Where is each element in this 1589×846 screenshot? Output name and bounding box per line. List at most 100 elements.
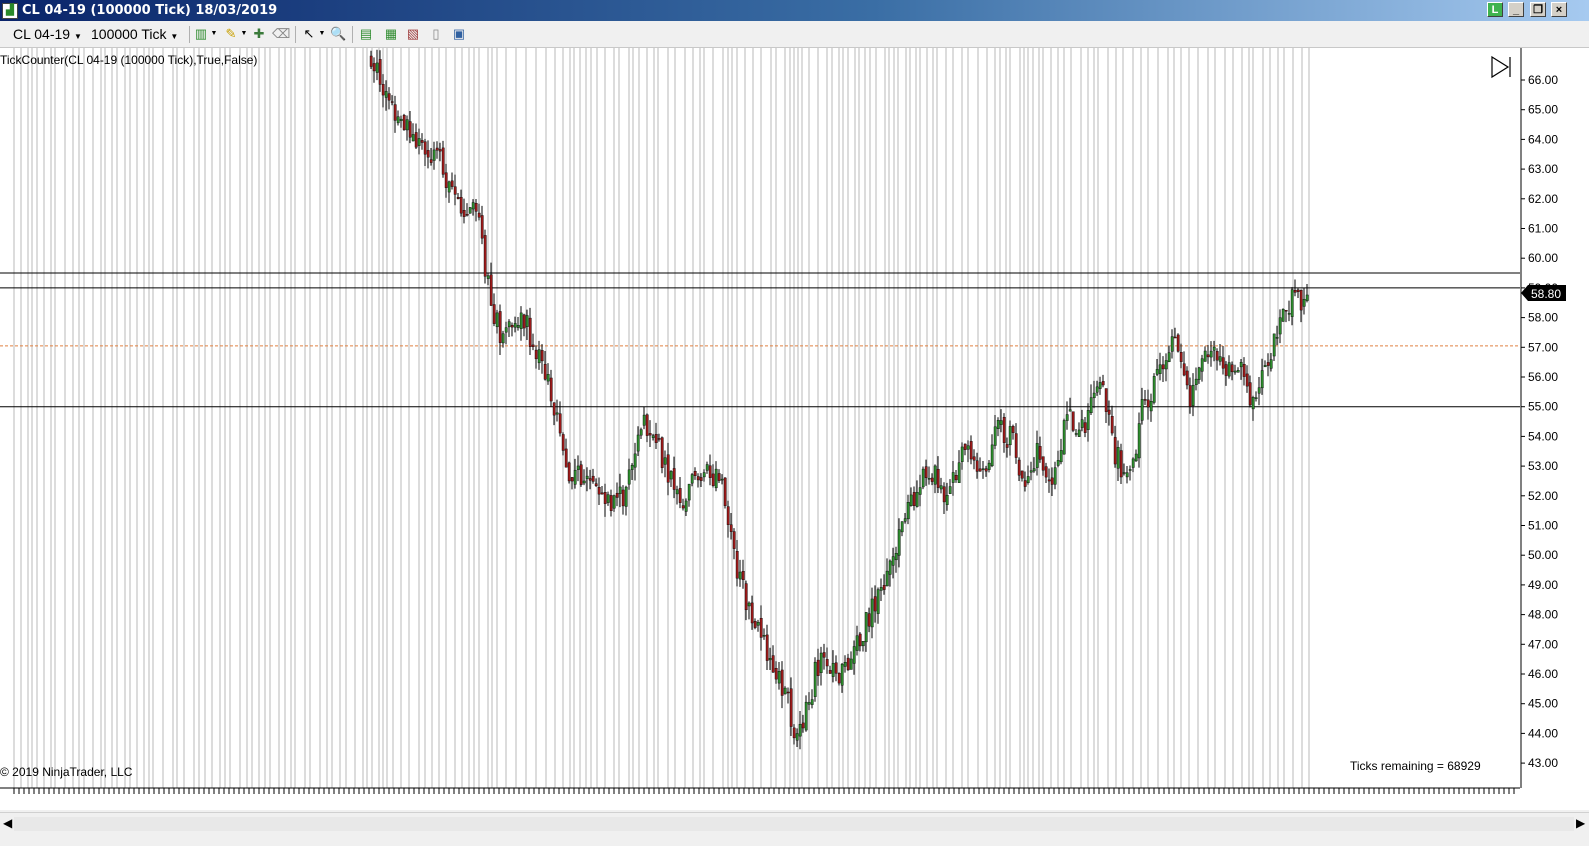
zoom-icon[interactable]: 🔍 bbox=[330, 26, 346, 42]
candle-body bbox=[1002, 416, 1006, 443]
candle bbox=[1089, 384, 1093, 416]
indicators-icon[interactable]: ▤ bbox=[358, 26, 374, 42]
chevron-down-icon[interactable]: ▼ bbox=[314, 26, 330, 42]
candle-body bbox=[537, 349, 541, 364]
candle-body bbox=[921, 468, 925, 488]
candle bbox=[1083, 417, 1087, 438]
candle-body bbox=[1233, 370, 1237, 373]
candle bbox=[1053, 461, 1057, 490]
link-button[interactable]: L bbox=[1487, 2, 1503, 17]
candle-body bbox=[738, 571, 742, 580]
candle bbox=[1233, 364, 1237, 375]
chart-style-icon[interactable]: ▧ bbox=[405, 26, 421, 42]
candle bbox=[393, 95, 397, 133]
candle-body bbox=[660, 437, 664, 468]
candle-body bbox=[1128, 469, 1132, 471]
candle-body bbox=[993, 426, 997, 446]
candle bbox=[927, 466, 931, 485]
candle bbox=[1221, 345, 1225, 375]
candle-body bbox=[513, 323, 517, 328]
candle-body bbox=[564, 448, 568, 468]
candle-body bbox=[546, 374, 550, 382]
candle-body bbox=[1278, 317, 1282, 335]
candle-body bbox=[414, 132, 418, 148]
scroll-left-icon[interactable]: ◀ bbox=[3, 816, 12, 830]
candle-body bbox=[1146, 399, 1150, 408]
candle bbox=[735, 539, 739, 587]
candle-body bbox=[1080, 419, 1084, 428]
candle-body bbox=[633, 453, 637, 468]
chart-toolbar: CL 04-19 ▼ 100000 Tick ▼ ▥ ▼ ✎ ▼ ✚ ⌫ ↖ ▼… bbox=[0, 22, 1589, 48]
chevron-down-icon[interactable]: ▼ bbox=[206, 26, 222, 42]
candle bbox=[747, 601, 751, 620]
chart-panel[interactable]: 66.0065.0064.0063.0062.0061.0060.0059.00… bbox=[0, 48, 1589, 810]
eraser-icon[interactable]: ⌫ bbox=[272, 26, 290, 42]
chevron-down-icon[interactable]: ▼ bbox=[236, 26, 252, 42]
candle-body bbox=[984, 468, 988, 472]
candle-body bbox=[1212, 346, 1216, 351]
close-icon[interactable]: × bbox=[1551, 2, 1567, 17]
candle bbox=[405, 115, 409, 141]
candle-body bbox=[1284, 309, 1288, 312]
template-icon[interactable]: ▯ bbox=[428, 26, 444, 42]
candle-body bbox=[462, 210, 466, 217]
candle bbox=[582, 469, 586, 486]
candle bbox=[942, 482, 946, 514]
price-tick-label: 47.00 bbox=[1528, 637, 1558, 651]
horizontal-scrollbar[interactable]: ◀ ▶ bbox=[0, 812, 1589, 835]
candle-body bbox=[1218, 356, 1222, 362]
candle-body bbox=[1272, 333, 1276, 357]
candle bbox=[1170, 329, 1174, 359]
candle bbox=[1056, 450, 1060, 468]
candle bbox=[1209, 341, 1213, 367]
minimize-icon[interactable]: _ bbox=[1508, 2, 1524, 17]
restore-icon[interactable]: ❐ bbox=[1530, 2, 1546, 17]
pin-icon[interactable]: ✚ bbox=[251, 26, 267, 42]
candle-body bbox=[420, 140, 424, 143]
candle-body bbox=[1275, 337, 1279, 339]
candle bbox=[1098, 376, 1102, 395]
instrument-selector[interactable]: CL 04-19 ▼ bbox=[13, 25, 82, 44]
candle-body bbox=[1005, 444, 1009, 448]
candle-body bbox=[465, 214, 469, 216]
time-axis bbox=[0, 787, 1520, 794]
candle-body bbox=[492, 304, 496, 324]
candle-body bbox=[960, 446, 964, 462]
price-chart[interactable]: 66.0065.0064.0063.0062.0061.0060.0059.00… bbox=[0, 48, 1589, 810]
candle bbox=[1128, 465, 1132, 481]
candle bbox=[876, 587, 880, 624]
interval-selector[interactable]: 100000 Tick ▼ bbox=[91, 25, 178, 44]
scroll-track[interactable] bbox=[14, 817, 1574, 831]
candle bbox=[780, 661, 784, 709]
candle-body bbox=[483, 235, 487, 277]
candle bbox=[576, 455, 580, 482]
candle-body bbox=[1011, 426, 1015, 433]
candle-body bbox=[1065, 414, 1069, 421]
candle-body bbox=[540, 350, 544, 362]
properties-icon[interactable]: ▣ bbox=[451, 26, 467, 42]
candle bbox=[1110, 405, 1114, 436]
candle bbox=[819, 646, 823, 686]
candle-body bbox=[747, 602, 751, 607]
candle-body bbox=[756, 622, 760, 626]
candle-body bbox=[723, 477, 727, 506]
candle bbox=[549, 369, 553, 407]
candle-body bbox=[840, 663, 844, 686]
candle-body bbox=[1236, 370, 1240, 373]
candle-body bbox=[678, 488, 682, 503]
candle bbox=[1287, 300, 1291, 322]
candle-body bbox=[1143, 399, 1147, 401]
candle-body bbox=[630, 465, 634, 470]
scroll-right-icon[interactable]: ▶ bbox=[1576, 816, 1585, 830]
candle-body bbox=[582, 480, 586, 484]
candle-body bbox=[471, 202, 475, 210]
price-tick-label: 62.00 bbox=[1528, 192, 1558, 206]
strategies-icon[interactable]: ▦ bbox=[383, 26, 399, 42]
candle bbox=[738, 559, 742, 587]
candle bbox=[426, 140, 430, 169]
candle-body bbox=[1182, 363, 1186, 376]
scroll-end-icon[interactable] bbox=[1491, 55, 1511, 79]
candle bbox=[639, 427, 643, 440]
candle bbox=[1008, 420, 1012, 456]
candle bbox=[885, 558, 889, 587]
